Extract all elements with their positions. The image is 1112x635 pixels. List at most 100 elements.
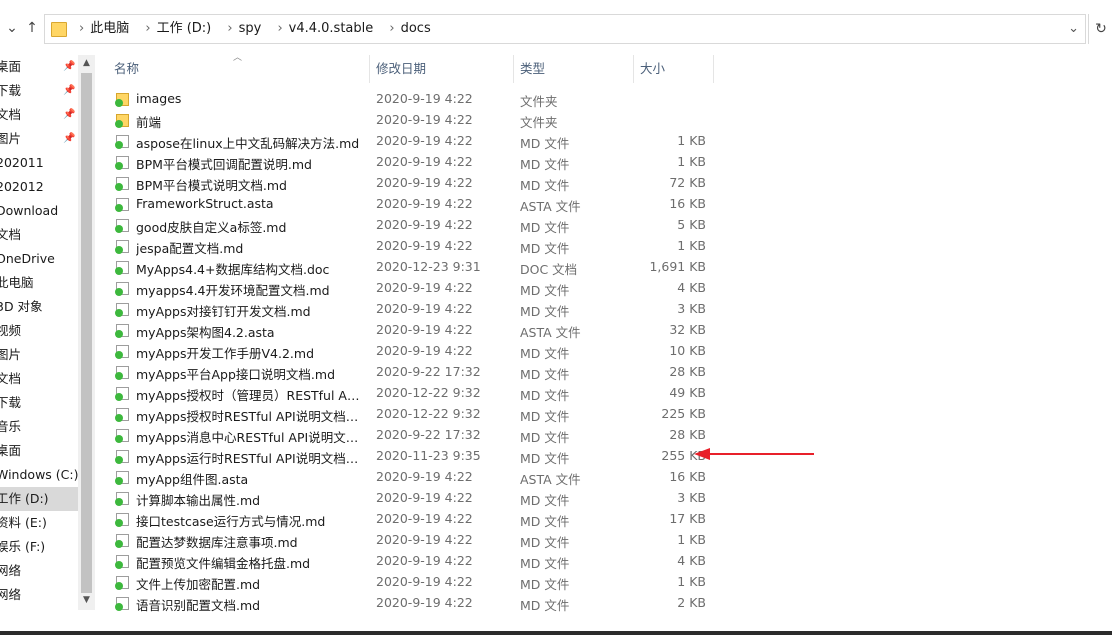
file-row[interactable]: BPM平台模式回调配置说明.md 2020-9-19 4:22 MD 文件 1 KB <box>108 152 718 173</box>
sidebar-item[interactable]: 网络 <box>0 583 78 607</box>
column-header-date[interactable]: 修改日期 <box>370 55 514 83</box>
sidebar-item[interactable]: 下载 📌 <box>0 79 78 103</box>
file-type: 文件夹 <box>520 115 558 130</box>
crumb-version[interactable]: v4.4.0.stable <box>289 21 374 36</box>
file-type: MD 文件 <box>520 514 570 529</box>
sidebar-item[interactable]: 桌面 📌 <box>0 55 78 79</box>
file-name: myapps4.4开发环境配置文档.md <box>136 283 330 298</box>
scroll-up-icon[interactable]: ▲ <box>78 55 95 71</box>
sidebar-item[interactable]: 音乐 <box>0 415 78 439</box>
file-name: myApps平台App接口说明文档.md <box>136 367 336 382</box>
chevron-right-icon[interactable]: › <box>227 21 232 36</box>
file-row[interactable]: 语音识别配置文档.md 2020-9-19 4:22 MD 文件 2 KB <box>108 593 718 614</box>
sidebar-item[interactable]: Download <box>0 199 78 223</box>
sidebar-item[interactable]: 下载 <box>0 391 78 415</box>
sidebar-item[interactable]: 图片 <box>0 343 78 367</box>
file-row[interactable]: 接口testcase运行方式与情况.md 2020-9-19 4:22 MD 文件 1… <box>108 509 718 530</box>
file-row[interactable]: 配置达梦数据库注意事项.md 2020-9-19 4:22 MD 文件 1 KB <box>108 530 718 551</box>
sync-check-icon <box>115 561 123 569</box>
file-size: 1 KB <box>677 154 706 169</box>
file-row[interactable]: myApps开发工作手册V4.2.md 2020-9-19 4:22 MD 文件 10… <box>108 341 718 362</box>
file-row[interactable]: 配置预览文件编辑金格托盘.md 2020-9-19 4:22 MD 文件 4 KB <box>108 551 718 572</box>
pin-icon[interactable]: 📌 <box>63 55 75 79</box>
file-name: aspose在linux上中文乱码解决方法.md <box>136 136 360 151</box>
sidebar-item-label: 网络 <box>0 563 22 578</box>
crumb-this-pc[interactable]: 此电脑 <box>90 21 129 36</box>
crumb-docs[interactable]: docs <box>401 21 431 36</box>
file-name: myApps消息中心RESTful API说明文档.... <box>136 430 362 445</box>
crumb-drive-d[interactable]: 工作 (D:) <box>157 21 212 36</box>
column-header-size[interactable]: 大小 <box>634 55 714 83</box>
file-row[interactable]: BPM平台模式说明文档.md 2020-9-19 4:22 MD 文件 72 KB <box>108 173 718 194</box>
up-arrow-icon[interactable]: ↑ <box>22 18 42 38</box>
chevron-right-icon[interactable]: › <box>389 21 394 36</box>
file-row[interactable]: myApps架构图4.2.asta 2020-9-19 4:22 ASTA 文件 32… <box>108 320 718 341</box>
sidebar-item[interactable]: 3D 对象 <box>0 295 78 319</box>
file-row[interactable]: 前端 2020-9-19 4:22 文件夹 <box>108 110 718 131</box>
file-date: 2020-9-19 4:22 <box>376 553 473 568</box>
sidebar-item[interactable]: 此电脑 <box>0 271 78 295</box>
file-date: 2020-9-19 4:22 <box>376 133 473 148</box>
sidebar-item[interactable]: 202012 <box>0 175 78 199</box>
sidebar-item[interactable]: 资料 (E:) <box>0 511 78 535</box>
file-icon <box>115 450 129 464</box>
address-dropdown-icon[interactable]: ⌄ <box>1068 21 1079 36</box>
chevron-right-icon[interactable]: › <box>277 21 282 36</box>
file-row[interactable]: MyApps4.4+数据库结构文档.doc 2020-12-23 9:31 DOC … <box>108 257 718 278</box>
file-date: 2020-12-22 9:32 <box>376 385 481 400</box>
address-box[interactable]: › 此电脑 › 工作 (D:) › spy › v4.4.0.stable › docs … <box>44 14 1086 44</box>
file-row[interactable]: myApp组件图.asta 2020-9-19 4:22 ASTA 文件 16 KB <box>108 467 718 488</box>
sync-check-icon <box>115 435 123 443</box>
sidebar-item[interactable]: OneDrive <box>0 247 78 271</box>
column-header-type[interactable]: 类型 <box>514 55 634 83</box>
sidebar-item[interactable]: 桌面 <box>0 439 78 463</box>
file-row[interactable]: myApps授权时（管理员）RESTful API... 2020-12-22 9… <box>108 383 718 404</box>
sidebar-item[interactable]: 文档 <box>0 223 78 247</box>
file-row[interactable]: myApps对接钉钉开发文档.md 2020-9-19 4:22 MD 文件 3 KB <box>108 299 718 320</box>
pin-icon[interactable]: 📌 <box>63 103 75 127</box>
file-row[interactable]: myapps4.4开发环境配置文档.md 2020-9-19 4:22 MD 文件 4… <box>108 278 718 299</box>
file-row[interactable]: myApps运行时RESTful API说明文档.md 2020-11-23 9:… <box>108 446 718 467</box>
file-icon <box>115 471 129 485</box>
sync-check-icon <box>115 267 123 275</box>
sidebar-item[interactable]: Windows (C:) <box>0 463 78 487</box>
file-row[interactable]: jespa配置文档.md 2020-9-19 4:22 MD 文件 1 KB <box>108 236 718 257</box>
chevron-right-icon[interactable]: › <box>145 21 150 36</box>
file-row[interactable]: 文件上传加密配置.md 2020-9-19 4:22 MD 文件 1 KB <box>108 572 718 593</box>
sidebar-item[interactable]: 网络 <box>0 559 78 583</box>
sidebar-item[interactable]: 娱乐 (F:) <box>0 535 78 559</box>
recent-locations-chevron-icon[interactable]: ⌄ <box>2 18 22 38</box>
scrollbar-thumb[interactable] <box>81 73 92 593</box>
file-row[interactable]: aspose在linux上中文乱码解决方法.md 2020-9-19 4:22 MD… <box>108 131 718 152</box>
sync-check-icon <box>115 330 123 338</box>
file-row[interactable]: images 2020-9-19 4:22 文件夹 <box>108 89 718 110</box>
file-date: 2020-9-19 4:22 <box>376 574 473 589</box>
sidebar-item[interactable]: 视频 <box>0 319 78 343</box>
file-row[interactable]: myApps授权时RESTful API说明文档.md 2020-12-22 9:… <box>108 404 718 425</box>
file-type: MD 文件 <box>520 388 570 403</box>
refresh-icon[interactable]: ↻ <box>1088 14 1112 44</box>
chevron-right-icon[interactable]: › <box>79 21 84 36</box>
file-row[interactable]: myApps平台App接口说明文档.md 2020-9-22 17:32 MD 文件… <box>108 362 718 383</box>
sidebar-item[interactable]: 工作 (D:) <box>0 487 78 511</box>
file-icon <box>115 156 129 170</box>
file-date: 2020-9-19 4:22 <box>376 490 473 505</box>
file-row[interactable]: FrameworkStruct.asta 2020-9-19 4:22 ASTA 文… <box>108 194 718 215</box>
crumb-spy[interactable]: spy <box>239 21 262 36</box>
scroll-down-icon[interactable]: ▼ <box>78 592 95 608</box>
pin-icon[interactable]: 📌 <box>63 127 75 151</box>
pin-icon[interactable]: 📌 <box>63 79 75 103</box>
sidebar-item[interactable]: 202011 <box>0 151 78 175</box>
file-icon <box>115 597 129 611</box>
address-bar-area: ⌄ ↑ › 此电脑 › 工作 (D:) › spy › v4.4.0.stable › d… <box>0 8 1112 48</box>
sidebar-item-label: 音乐 <box>0 419 22 434</box>
file-row[interactable]: 计算脚本输出属性.md 2020-9-19 4:22 MD 文件 3 KB <box>108 488 718 509</box>
navigation-scrollbar[interactable]: ▲ ▼ <box>78 55 95 610</box>
sidebar-item[interactable]: 图片 📌 <box>0 127 78 151</box>
sidebar-item[interactable]: 文档 <box>0 367 78 391</box>
file-name: 接口testcase运行方式与情况.md <box>136 514 326 529</box>
file-row[interactable]: myApps消息中心RESTful API说明文档.... 2020-9-22 1… <box>108 425 718 446</box>
sidebar-item[interactable]: 文档 📌 <box>0 103 78 127</box>
sync-check-icon <box>115 246 123 254</box>
file-row[interactable]: good皮肤自定义a标签.md 2020-9-19 4:22 MD 文件 5 KB <box>108 215 718 236</box>
